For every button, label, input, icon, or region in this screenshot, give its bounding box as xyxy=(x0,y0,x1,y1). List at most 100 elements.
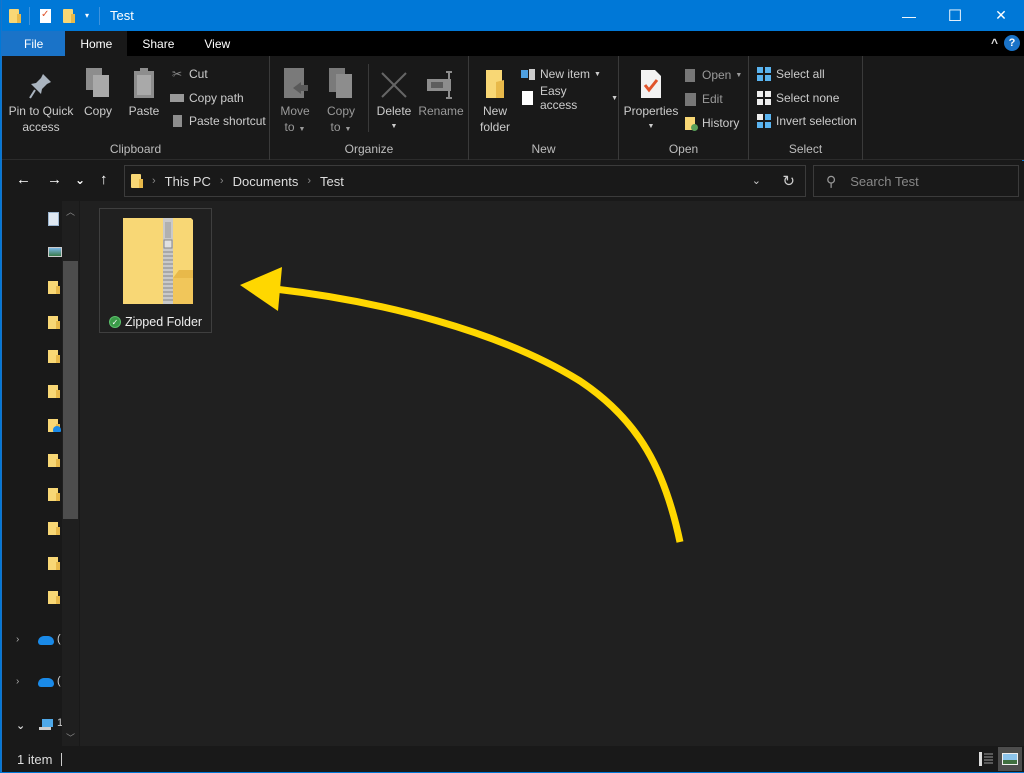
copy-path-button[interactable]: Copy path xyxy=(170,88,244,108)
history-button[interactable]: History xyxy=(683,113,739,133)
nav-item-pictures[interactable] xyxy=(48,247,62,261)
customize-qat-dropdown[interactable]: ▾ xyxy=(85,11,89,20)
nav-item-folder[interactable] xyxy=(48,591,62,605)
move-to-button[interactable]: Move to ▼ xyxy=(276,64,314,138)
cloud-icon xyxy=(53,426,61,432)
nav-pane-scrollbar[interactable]: ︿ ﹀ xyxy=(62,201,79,746)
back-button[interactable]: ← xyxy=(16,171,31,188)
minimize-button[interactable]: — xyxy=(886,0,932,31)
collapse-ribbon-button[interactable]: ^ xyxy=(991,36,998,50)
expand-chevron-icon[interactable]: › xyxy=(16,634,19,645)
nav-item-folder[interactable] xyxy=(48,281,62,295)
pin-icon xyxy=(8,64,74,100)
tab-view[interactable]: View xyxy=(189,31,245,56)
copy-button[interactable]: Copy xyxy=(78,64,118,119)
address-dropdown-button[interactable]: ⌄ xyxy=(752,174,761,187)
zipped-folder-icon xyxy=(123,218,193,304)
refresh-button[interactable]: ↻ xyxy=(782,172,795,190)
file-item-zipped-folder[interactable]: ✓ Zipped Folder xyxy=(99,208,212,333)
recent-locations-button[interactable]: ⌄ xyxy=(75,173,85,187)
status-bar: 1 item xyxy=(2,746,1024,772)
folder-icon xyxy=(48,488,60,501)
collapse-chevron-icon[interactable]: ⌄ xyxy=(16,719,25,732)
folder-icon xyxy=(48,557,60,570)
properties-icon[interactable] xyxy=(40,8,51,23)
tab-file[interactable]: File xyxy=(2,31,66,56)
tab-share[interactable]: Share xyxy=(127,31,189,56)
edit-button[interactable]: Edit xyxy=(683,89,723,109)
nav-item-folder[interactable] xyxy=(48,385,62,399)
nav-item-folder[interactable] xyxy=(48,488,62,502)
expand-chevron-icon[interactable]: › xyxy=(16,676,19,687)
close-button[interactable]: ✕ xyxy=(978,0,1024,31)
help-icon[interactable]: ? xyxy=(1004,35,1020,51)
select-all-button[interactable]: Select all xyxy=(757,64,825,84)
easy-access-icon xyxy=(521,91,535,105)
nav-item-onedrive-folder[interactable] xyxy=(48,419,62,433)
window-controls: — ☐ ✕ xyxy=(886,0,1024,31)
large-icons-view-icon xyxy=(1002,753,1018,765)
paste-button[interactable]: Paste xyxy=(124,64,164,119)
breadcrumb-this-pc[interactable]: This PC xyxy=(165,174,211,189)
scroll-up-arrow-icon[interactable]: ︿ xyxy=(66,205,75,218)
forward-button[interactable]: → xyxy=(47,171,62,188)
scissors-icon: ✂ xyxy=(171,67,183,81)
navigation-bar: ← → ⌄ ↑ › This PC › Documents › Test ⌄ ↻… xyxy=(2,161,1024,201)
onedrive-cloud-icon[interactable] xyxy=(38,678,54,687)
tab-home[interactable]: Home xyxy=(65,31,128,56)
select-none-button[interactable]: Select none xyxy=(757,88,839,108)
properties-button[interactable]: Properties ▼ xyxy=(623,64,679,135)
new-folder-button[interactable]: New folder xyxy=(475,64,515,135)
rename-button[interactable]: Rename xyxy=(418,64,464,119)
copy-path-icon xyxy=(170,91,184,105)
select-all-icon xyxy=(757,67,771,81)
pin-to-quick-access-button[interactable]: Pin to Quick access xyxy=(8,64,74,135)
window-title: Test xyxy=(110,8,134,23)
new-folder-icon[interactable] xyxy=(63,8,75,23)
breadcrumb-documents[interactable]: Documents xyxy=(233,174,299,189)
pictures-icon xyxy=(48,247,62,257)
select-group-label: Select xyxy=(788,142,823,156)
maximize-button[interactable]: ☐ xyxy=(932,0,978,31)
paste-shortcut-button[interactable]: Paste shortcut xyxy=(170,111,266,131)
nav-item-folder[interactable] xyxy=(48,454,62,468)
select-group: Select all Select none Invert selection … xyxy=(749,56,863,160)
folder-icon xyxy=(131,174,143,188)
nav-item-folder[interactable] xyxy=(48,522,62,536)
new-group-label: New xyxy=(531,142,556,156)
nav-item-folder[interactable] xyxy=(48,316,62,330)
open-button[interactable]: Open ▼ xyxy=(683,65,742,85)
file-list-area: ✓ Zipped Folder xyxy=(80,201,1024,746)
large-icons-view-button[interactable] xyxy=(998,747,1022,771)
open-group: Properties ▼ Open ▼ Edit History Open xyxy=(619,56,749,160)
invert-selection-button[interactable]: Invert selection xyxy=(757,111,857,131)
open-icon xyxy=(683,68,697,82)
nav-item-folder[interactable] xyxy=(48,557,62,571)
scroll-down-arrow-icon[interactable]: ﹀ xyxy=(66,731,75,744)
folder-icon xyxy=(48,350,60,363)
scrollbar-thumb[interactable] xyxy=(63,261,78,519)
cut-button[interactable]: ✂ Cut xyxy=(170,64,208,84)
easy-access-button[interactable]: Easy access ▼ xyxy=(521,84,618,112)
title-bar: ▾ Test — ☐ ✕ xyxy=(2,0,1024,31)
breadcrumb-test[interactable]: Test xyxy=(320,174,344,189)
new-item-icon xyxy=(521,67,535,81)
organize-group: Move to ▼ Copy to ▼ Delete ▼ Rename Orga… xyxy=(270,56,469,160)
ribbon-tabs: File Home Share View ^ ? xyxy=(2,31,1024,56)
address-bar[interactable]: › This PC › Documents › Test ⌄ ↻ xyxy=(124,165,806,197)
paste-icon xyxy=(124,64,164,100)
new-item-button[interactable]: New item ▼ xyxy=(521,64,601,84)
nav-item-folder[interactable] xyxy=(48,350,62,364)
onedrive-cloud-icon[interactable] xyxy=(38,636,54,645)
quick-access-toolbar: ▾ xyxy=(2,0,110,31)
up-button[interactable]: ↑ xyxy=(100,171,108,188)
folder-icon xyxy=(48,522,60,535)
folder-icon xyxy=(9,8,21,23)
this-pc-icon[interactable] xyxy=(39,719,53,730)
details-view-button[interactable] xyxy=(978,751,994,767)
search-icon: ⚲ xyxy=(826,172,837,189)
copy-to-button[interactable]: Copy to ▼ xyxy=(322,64,360,138)
delete-button[interactable]: Delete ▼ xyxy=(374,64,414,135)
nav-item-document[interactable] xyxy=(48,212,62,226)
search-box[interactable]: ⚲ Search Test xyxy=(813,165,1019,197)
